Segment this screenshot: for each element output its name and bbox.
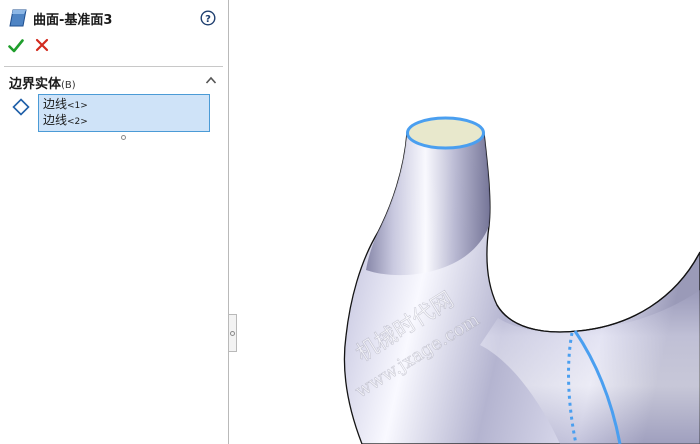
list-item-tag: <2> bbox=[67, 117, 88, 127]
list-resize-handle[interactable] bbox=[121, 135, 126, 140]
separator bbox=[4, 66, 223, 67]
surface-plane-icon bbox=[9, 9, 27, 27]
section-hotkey: (B) bbox=[61, 80, 76, 91]
boundary-entities-section-header[interactable]: 边界实体(B) bbox=[0, 70, 229, 92]
panel-title-row: 曲面-基准面3 ? bbox=[0, 0, 229, 34]
help-icon[interactable]: ? bbox=[200, 10, 216, 26]
list-item[interactable]: 边线<2> bbox=[43, 113, 88, 129]
feature-title: 曲面-基准面3 bbox=[33, 13, 113, 28]
section-title-text: 边界实体 bbox=[9, 77, 62, 92]
chevron-up-icon[interactable] bbox=[205, 75, 217, 85]
svg-text:?: ? bbox=[205, 14, 211, 25]
x-icon bbox=[35, 38, 49, 52]
diamond-edge-icon bbox=[12, 98, 30, 116]
list-item-tag: <1> bbox=[67, 101, 88, 111]
cancel-button[interactable] bbox=[35, 38, 49, 52]
graphics-viewport[interactable]: 机械时代网 www.jxage.com bbox=[230, 0, 700, 444]
list-item[interactable]: 边线<1> bbox=[43, 97, 88, 113]
ok-button[interactable] bbox=[8, 38, 24, 54]
section-title: 边界实体(B) bbox=[9, 73, 76, 92]
checkmark-icon bbox=[8, 39, 24, 53]
list-item-name: 边线 bbox=[43, 97, 68, 111]
property-manager-panel: 曲面-基准面3 ? 边界实体(B) 边线<1> 边线<2> bbox=[0, 0, 229, 444]
list-item-name: 边线 bbox=[43, 113, 68, 127]
boundary-entities-list[interactable]: 边线<1> 边线<2> bbox=[38, 94, 210, 132]
